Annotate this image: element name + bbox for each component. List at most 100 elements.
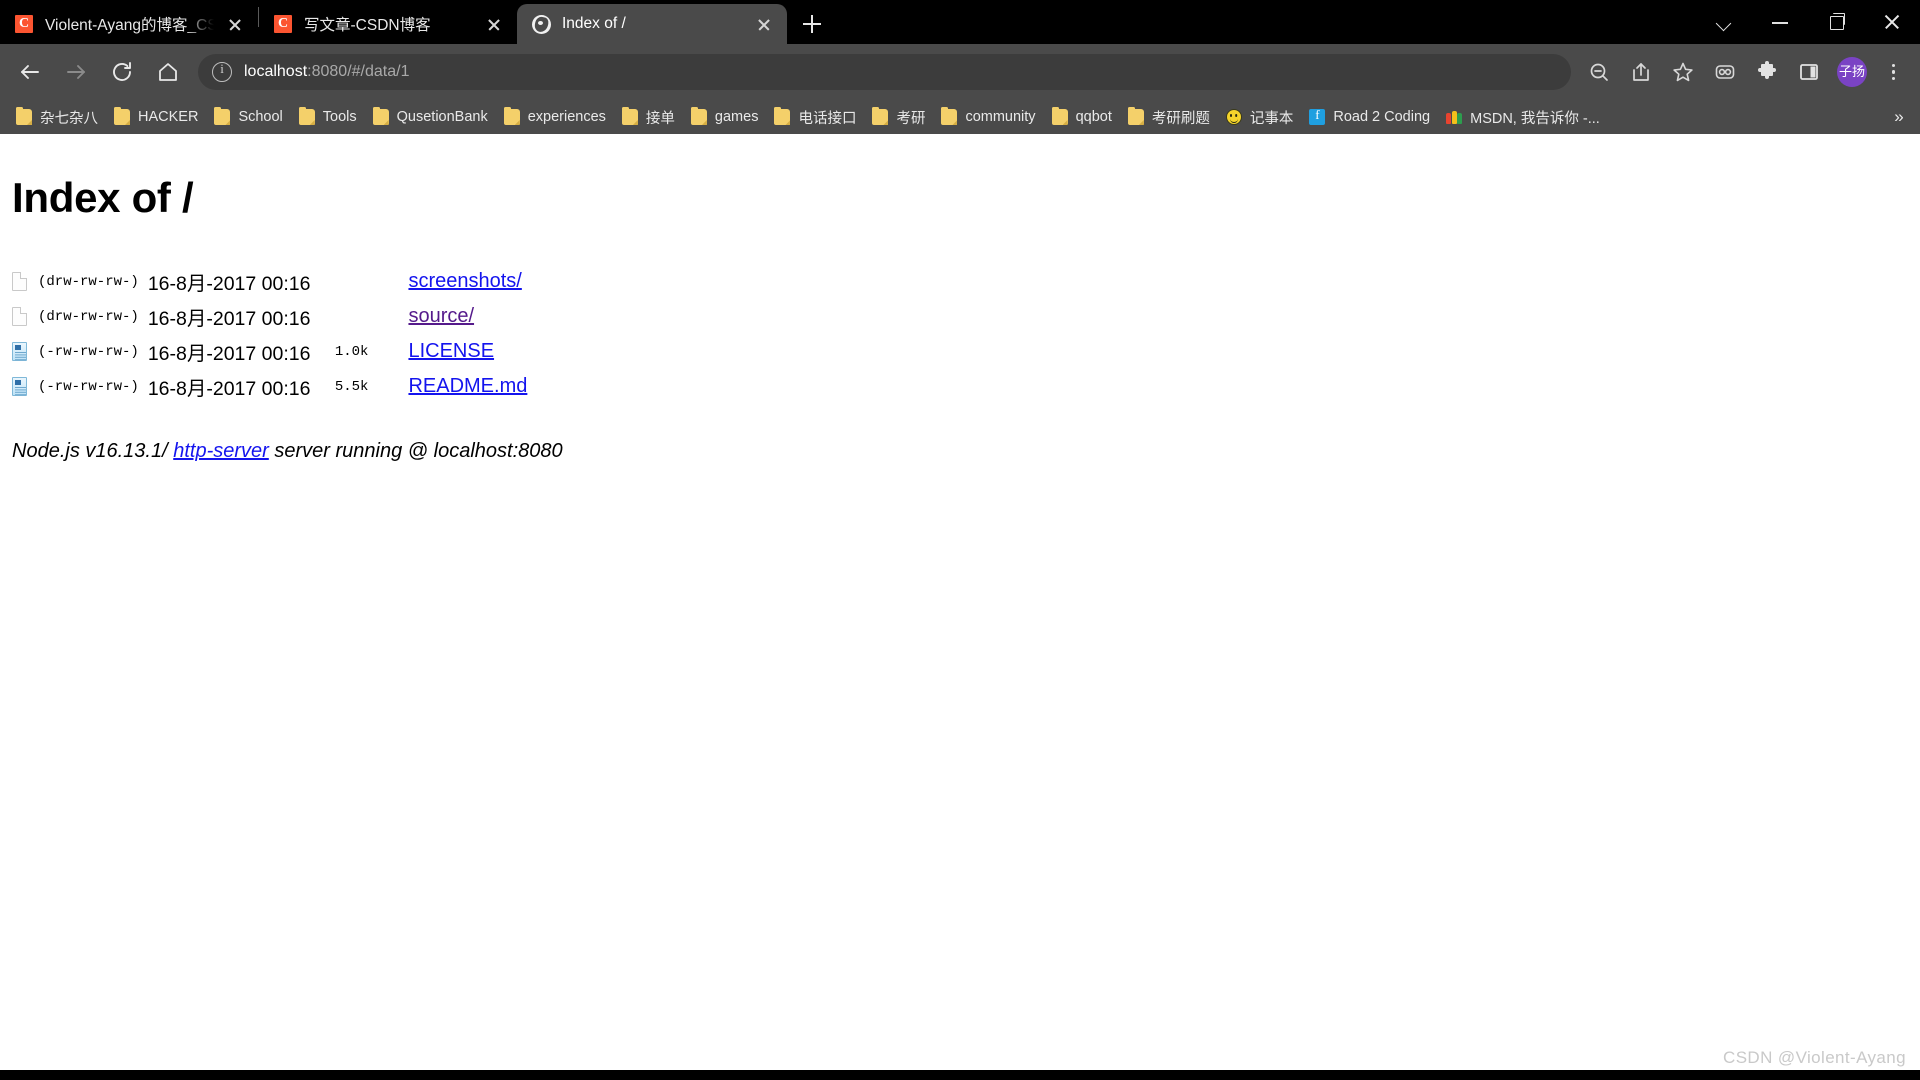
browser-toolbar: localhost:8080/#/data/1 子扬: [0, 44, 1920, 100]
bookmark-item[interactable]: 记事本: [1218, 104, 1302, 130]
modified-date: 16-8月-2017 00:16: [147, 378, 311, 400]
file-name-cell: README.md: [380, 375, 527, 398]
footer-suffix: server running @ localhost:8080: [268, 440, 563, 462]
tab-1[interactable]: C 写文章-CSDN博客: [259, 4, 517, 44]
bookmark-label: experiences: [527, 109, 606, 125]
folder-icon: [298, 107, 315, 125]
url-host: localhost: [244, 63, 308, 80]
site-info-icon[interactable]: [212, 61, 232, 82]
file-link[interactable]: README.md: [408, 375, 527, 397]
page-content: Index of / (drw-rw-rw-) 16-8月-2017 00:16…: [0, 134, 1920, 1080]
url-path: :8080/#/data/1: [307, 63, 410, 80]
share-icon[interactable]: [1621, 52, 1661, 92]
bookmark-label: Road 2 Coding: [1333, 109, 1431, 125]
bookmarks-bar: 杂七杂八 HACKER School Tools QusetionBank ex…: [0, 100, 1920, 134]
file-name-cell: source/: [380, 305, 474, 328]
bookmark-label: games: [714, 109, 759, 125]
folder-icon: [621, 107, 638, 125]
file-link[interactable]: screenshots/: [408, 270, 521, 292]
globe-icon: [531, 14, 551, 34]
bookmark-item[interactable]: 电话接口: [766, 104, 864, 130]
page-title: Index of /: [12, 174, 194, 221]
url-text: localhost:8080/#/data/1: [244, 63, 409, 81]
tab-search-chevron-down-icon[interactable]: [1696, 0, 1752, 44]
back-icon[interactable]: [10, 52, 50, 92]
new-tab-button[interactable]: [795, 7, 829, 41]
server-footer: Node.js v16.13.1/ http-server server run…: [12, 440, 1908, 463]
bookmark-item[interactable]: QusetionBank: [365, 104, 496, 130]
bookmark-label: 电话接口: [798, 110, 857, 127]
file-link[interactable]: LICENSE: [408, 340, 494, 362]
bookmark-item[interactable]: 考研: [864, 104, 933, 130]
bookmark-item[interactable]: 考研刷题: [1120, 104, 1218, 130]
bookmark-label: Tools: [322, 109, 357, 125]
tab-title: 写文章-CSDN博客: [304, 17, 431, 34]
folder-icon: [1127, 107, 1144, 125]
bookmark-item[interactable]: community: [933, 104, 1043, 130]
close-window-icon[interactable]: [1864, 0, 1920, 44]
watermark: CSDN @Violent-Ayang: [1723, 1048, 1906, 1067]
bookmark-item[interactable]: games: [683, 104, 767, 130]
file-link[interactable]: source/: [408, 305, 474, 327]
bookmark-item[interactable]: 接单: [614, 104, 683, 130]
folder-icon: [214, 107, 231, 125]
permissions: (-rw-rw-rw-): [38, 343, 139, 360]
folder-icon: [16, 107, 32, 125]
folder-icon: [774, 107, 791, 125]
bookmark-item[interactable]: experiences: [496, 104, 614, 130]
bookmark-star-icon[interactable]: [1663, 52, 1703, 92]
minimize-icon[interactable]: [1752, 0, 1808, 44]
tab-list: C Violent-Ayang的博客_CSDN博客 C 写文章-CSDN博客 I…: [0, 0, 829, 44]
tab-strip: C Violent-Ayang的博客_CSDN博客 C 写文章-CSDN博客 I…: [0, 0, 1920, 44]
bookmark-item[interactable]: qqbot: [1044, 104, 1120, 130]
bookmark-label: HACKER: [138, 109, 199, 125]
text-file-icon: [12, 342, 38, 361]
side-panel-icon[interactable]: [1789, 52, 1829, 92]
bookmark-label: qqbot: [1075, 109, 1112, 125]
folder-icon: [872, 107, 889, 125]
bookmark-label: MSDN, 我告诉你 -...: [1470, 110, 1600, 127]
permissions: (-rw-rw-rw-): [38, 378, 139, 395]
bookmark-item[interactable]: Tools: [291, 104, 365, 130]
http-server-link[interactable]: http-server: [173, 440, 269, 462]
tab-2[interactable]: Index of /: [517, 4, 787, 44]
csdn-icon: C: [273, 14, 293, 34]
bookmarks-overflow-icon[interactable]: »: [1886, 104, 1912, 130]
listing-row: (-rw-rw-rw-) 16-8月-2017 00:16 1.0k LICEN…: [12, 334, 1908, 369]
restore-icon[interactable]: [1808, 0, 1864, 44]
bookmark-item[interactable]: School: [206, 104, 290, 130]
toolbar-icons: 子扬: [1577, 52, 1910, 92]
bookmark-item[interactable]: 杂七杂八: [8, 104, 106, 130]
close-icon[interactable]: [481, 11, 507, 37]
tab-title: Index of /: [562, 15, 626, 32]
forward-icon[interactable]: [56, 52, 96, 92]
file-name-cell: screenshots/: [380, 270, 521, 293]
bookmark-item[interactable]: MSDN, 我告诉你 -...: [1438, 104, 1608, 130]
reading-glasses-icon[interactable]: [1705, 52, 1745, 92]
avatar[interactable]: 子扬: [1837, 57, 1867, 87]
address-bar[interactable]: localhost:8080/#/data/1: [198, 54, 1571, 90]
bookmark-item[interactable]: Road 2 Coding: [1301, 104, 1438, 130]
smiley-icon: [1225, 109, 1242, 125]
home-icon[interactable]: [148, 52, 188, 92]
bookmark-label: 杂七杂八: [40, 110, 98, 127]
directory-listing: (drw-rw-rw-) 16-8月-2017 00:16 screenshot…: [12, 264, 1908, 404]
extensions-puzzle-icon[interactable]: [1747, 52, 1787, 92]
csdn-icon: C: [14, 14, 34, 34]
file-size: 1.0k: [334, 343, 369, 360]
tab-0[interactable]: C Violent-Ayang的博客_CSDN博客: [0, 4, 258, 44]
chrome-menu-icon[interactable]: [1876, 52, 1910, 92]
road2coding-icon: [1309, 107, 1326, 125]
listing-row: (drw-rw-rw-) 16-8月-2017 00:16 screenshot…: [12, 264, 1908, 299]
file-size: 5.5k: [334, 378, 369, 395]
zoom-out-icon[interactable]: [1579, 52, 1619, 92]
close-icon[interactable]: [751, 11, 777, 37]
window-controls: [1696, 0, 1920, 44]
bookmark-item[interactable]: HACKER: [106, 104, 206, 130]
reload-icon[interactable]: [102, 52, 142, 92]
bookmark-label: QusetionBank: [396, 109, 488, 125]
bookmark-label: 接单: [645, 110, 675, 127]
listing-row: (drw-rw-rw-) 16-8月-2017 00:16 source/: [12, 299, 1908, 334]
footer-prefix: Node.js v16.13.1/: [12, 440, 174, 462]
close-icon[interactable]: [222, 11, 248, 37]
